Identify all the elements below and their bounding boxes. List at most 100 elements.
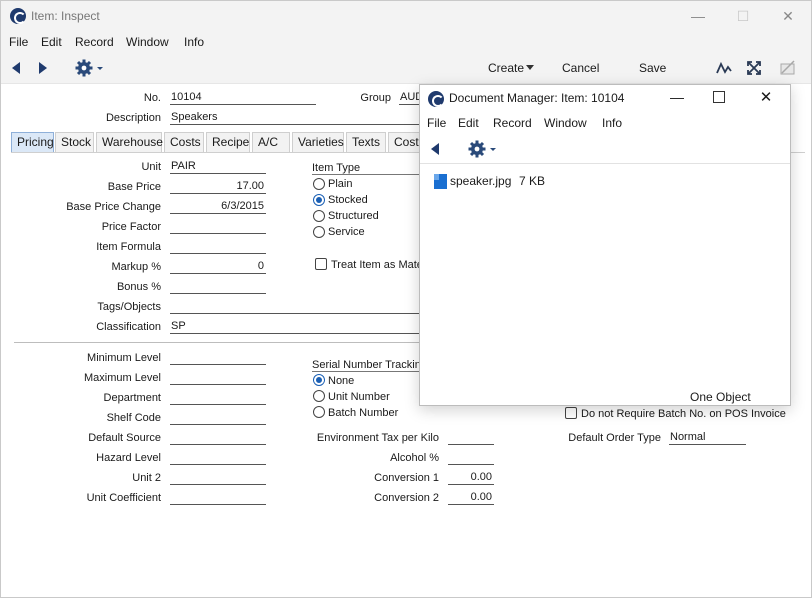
operations-gear-icon[interactable] [75,59,105,77]
serial-batch-number-label: Batch Number [328,407,399,419]
description-label: Description [105,112,161,124]
unit-coefficient-field[interactable] [170,491,266,505]
doc-menu-file[interactable]: File [427,116,446,130]
doc-manager-toolbar [420,134,790,164]
close-button[interactable]: ✕ [777,7,799,25]
doc-menu-edit[interactable]: Edit [458,116,479,130]
tab-recipe[interactable]: Recipe [206,132,250,152]
default-source-field[interactable] [170,431,266,445]
minimum-level-field[interactable] [170,351,266,365]
no-batch-pos-checkbox[interactable] [565,407,577,419]
menu-file[interactable]: File [9,35,28,49]
doc-manager-menu-bar: File Edit Record Window Info [420,113,790,133]
document-list-item[interactable]: speaker.jpg 7 KB [434,173,584,189]
document-file-size: 7 KB [519,174,546,188]
group-label: Group [360,92,391,104]
toolbar: Create Cancel Save [1,52,811,84]
document-manager-window: Document Manager: Item: 10104 — ✕ File E… [419,84,791,406]
doc-menu-info[interactable]: Info [602,116,622,130]
environment-tax-field[interactable] [448,431,494,445]
next-record-icon[interactable] [38,61,48,75]
base-price-field[interactable]: 17.00 [170,180,266,194]
tab-costs[interactable]: Costs [164,132,204,152]
no-field[interactable]: 10104 [170,91,316,105]
conversion1-label: Conversion 1 [374,472,439,484]
doc-back-icon[interactable] [430,142,440,156]
conversion2-field[interactable]: 0.00 [448,491,494,505]
maximum-level-label: Maximum Level [83,372,161,384]
hazard-level-field[interactable] [170,451,266,465]
item-type-stocked-radio[interactable] [313,194,325,206]
maximum-level-field[interactable] [170,371,266,385]
activity-icon[interactable] [716,61,732,75]
tab-texts[interactable]: Texts [346,132,386,152]
menu-info[interactable]: Info [184,35,204,49]
item-type-service-radio[interactable] [313,226,325,238]
tab-pricing[interactable]: Pricing [11,132,54,152]
treat-item-label: Treat Item as Mate [331,259,421,271]
unit2-label: Unit 2 [132,472,161,484]
image-file-icon [434,174,447,189]
minimize-button[interactable]: — [687,7,709,25]
menu-edit[interactable]: Edit [41,35,62,49]
markup-label: Markup % [111,261,161,273]
doc-manager-close-button[interactable]: ✕ [757,88,775,106]
doc-menu-window[interactable]: Window [544,116,587,130]
item-formula-field[interactable] [170,240,266,254]
tab-stock[interactable]: Stock [55,132,94,152]
conversion1-field[interactable]: 0.00 [448,471,494,485]
tags-objects-label: Tags/Objects [97,301,161,313]
app-logo-icon [10,8,26,24]
default-order-type-field[interactable]: Normal [669,431,746,445]
cancel-button[interactable]: Cancel [562,61,599,75]
item-type-plain-radio[interactable] [313,178,325,190]
bonus-label: Bonus % [116,281,161,293]
item-type-structured-label: Structured [328,210,379,222]
treat-item-checkbox[interactable] [315,258,327,270]
doc-manager-minimize-button[interactable]: — [668,89,686,105]
tab-warehouse[interactable]: Warehouse [96,132,163,152]
shelf-code-field[interactable] [170,411,266,425]
price-factor-label: Price Factor [101,221,161,233]
default-source-label: Default Source [88,432,161,444]
previous-record-icon[interactable] [11,61,21,75]
serial-none-radio[interactable] [313,374,325,386]
create-dropdown-icon[interactable] [526,65,534,70]
item-type-stocked-label: Stocked [328,194,368,206]
doc-operations-gear-icon[interactable] [468,140,498,158]
doc-menu-record[interactable]: Record [493,116,532,130]
tags-objects-field[interactable] [170,300,422,314]
save-button[interactable]: Save [639,61,666,75]
hazard-level-label: Hazard Level [96,452,161,464]
section-divider [14,342,422,343]
alcohol-field[interactable] [448,451,494,465]
base-price-label: Base Price [107,181,161,193]
maximize-button[interactable]: ☐ [732,7,754,25]
expand-icon[interactable] [746,60,762,76]
no-batch-pos-label: Do not Require Batch No. on POS Invoice [581,408,786,420]
base-price-change-label: Base Price Change [66,201,161,213]
classification-field[interactable]: SP [170,320,422,334]
doc-manager-status: One Object [690,390,751,404]
tab-varieties[interactable]: Varieties [292,132,344,152]
bonus-field[interactable] [170,280,266,294]
create-button[interactable]: Create [488,61,524,75]
base-price-change-field[interactable]: 6/3/2015 [170,200,266,214]
markup-field[interactable]: 0 [170,260,266,274]
item-type-structured-radio[interactable] [313,210,325,222]
tab-ac[interactable]: A/C [252,132,290,152]
serial-unit-number-radio[interactable] [313,390,325,402]
attachment-icon[interactable] [778,59,798,77]
department-field[interactable] [170,391,266,405]
price-factor-field[interactable] [170,220,266,234]
serial-batch-number-radio[interactable] [313,406,325,418]
menu-window[interactable]: Window [126,35,169,49]
department-label: Department [103,392,161,404]
description-field[interactable]: Speakers [170,111,425,125]
unit-label: Unit [141,161,161,173]
doc-manager-maximize-button[interactable] [713,91,725,103]
menu-record[interactable]: Record [75,35,114,49]
item-formula-label: Item Formula [96,241,161,253]
unit2-field[interactable] [170,471,266,485]
unit-field[interactable]: PAIR [170,160,266,174]
